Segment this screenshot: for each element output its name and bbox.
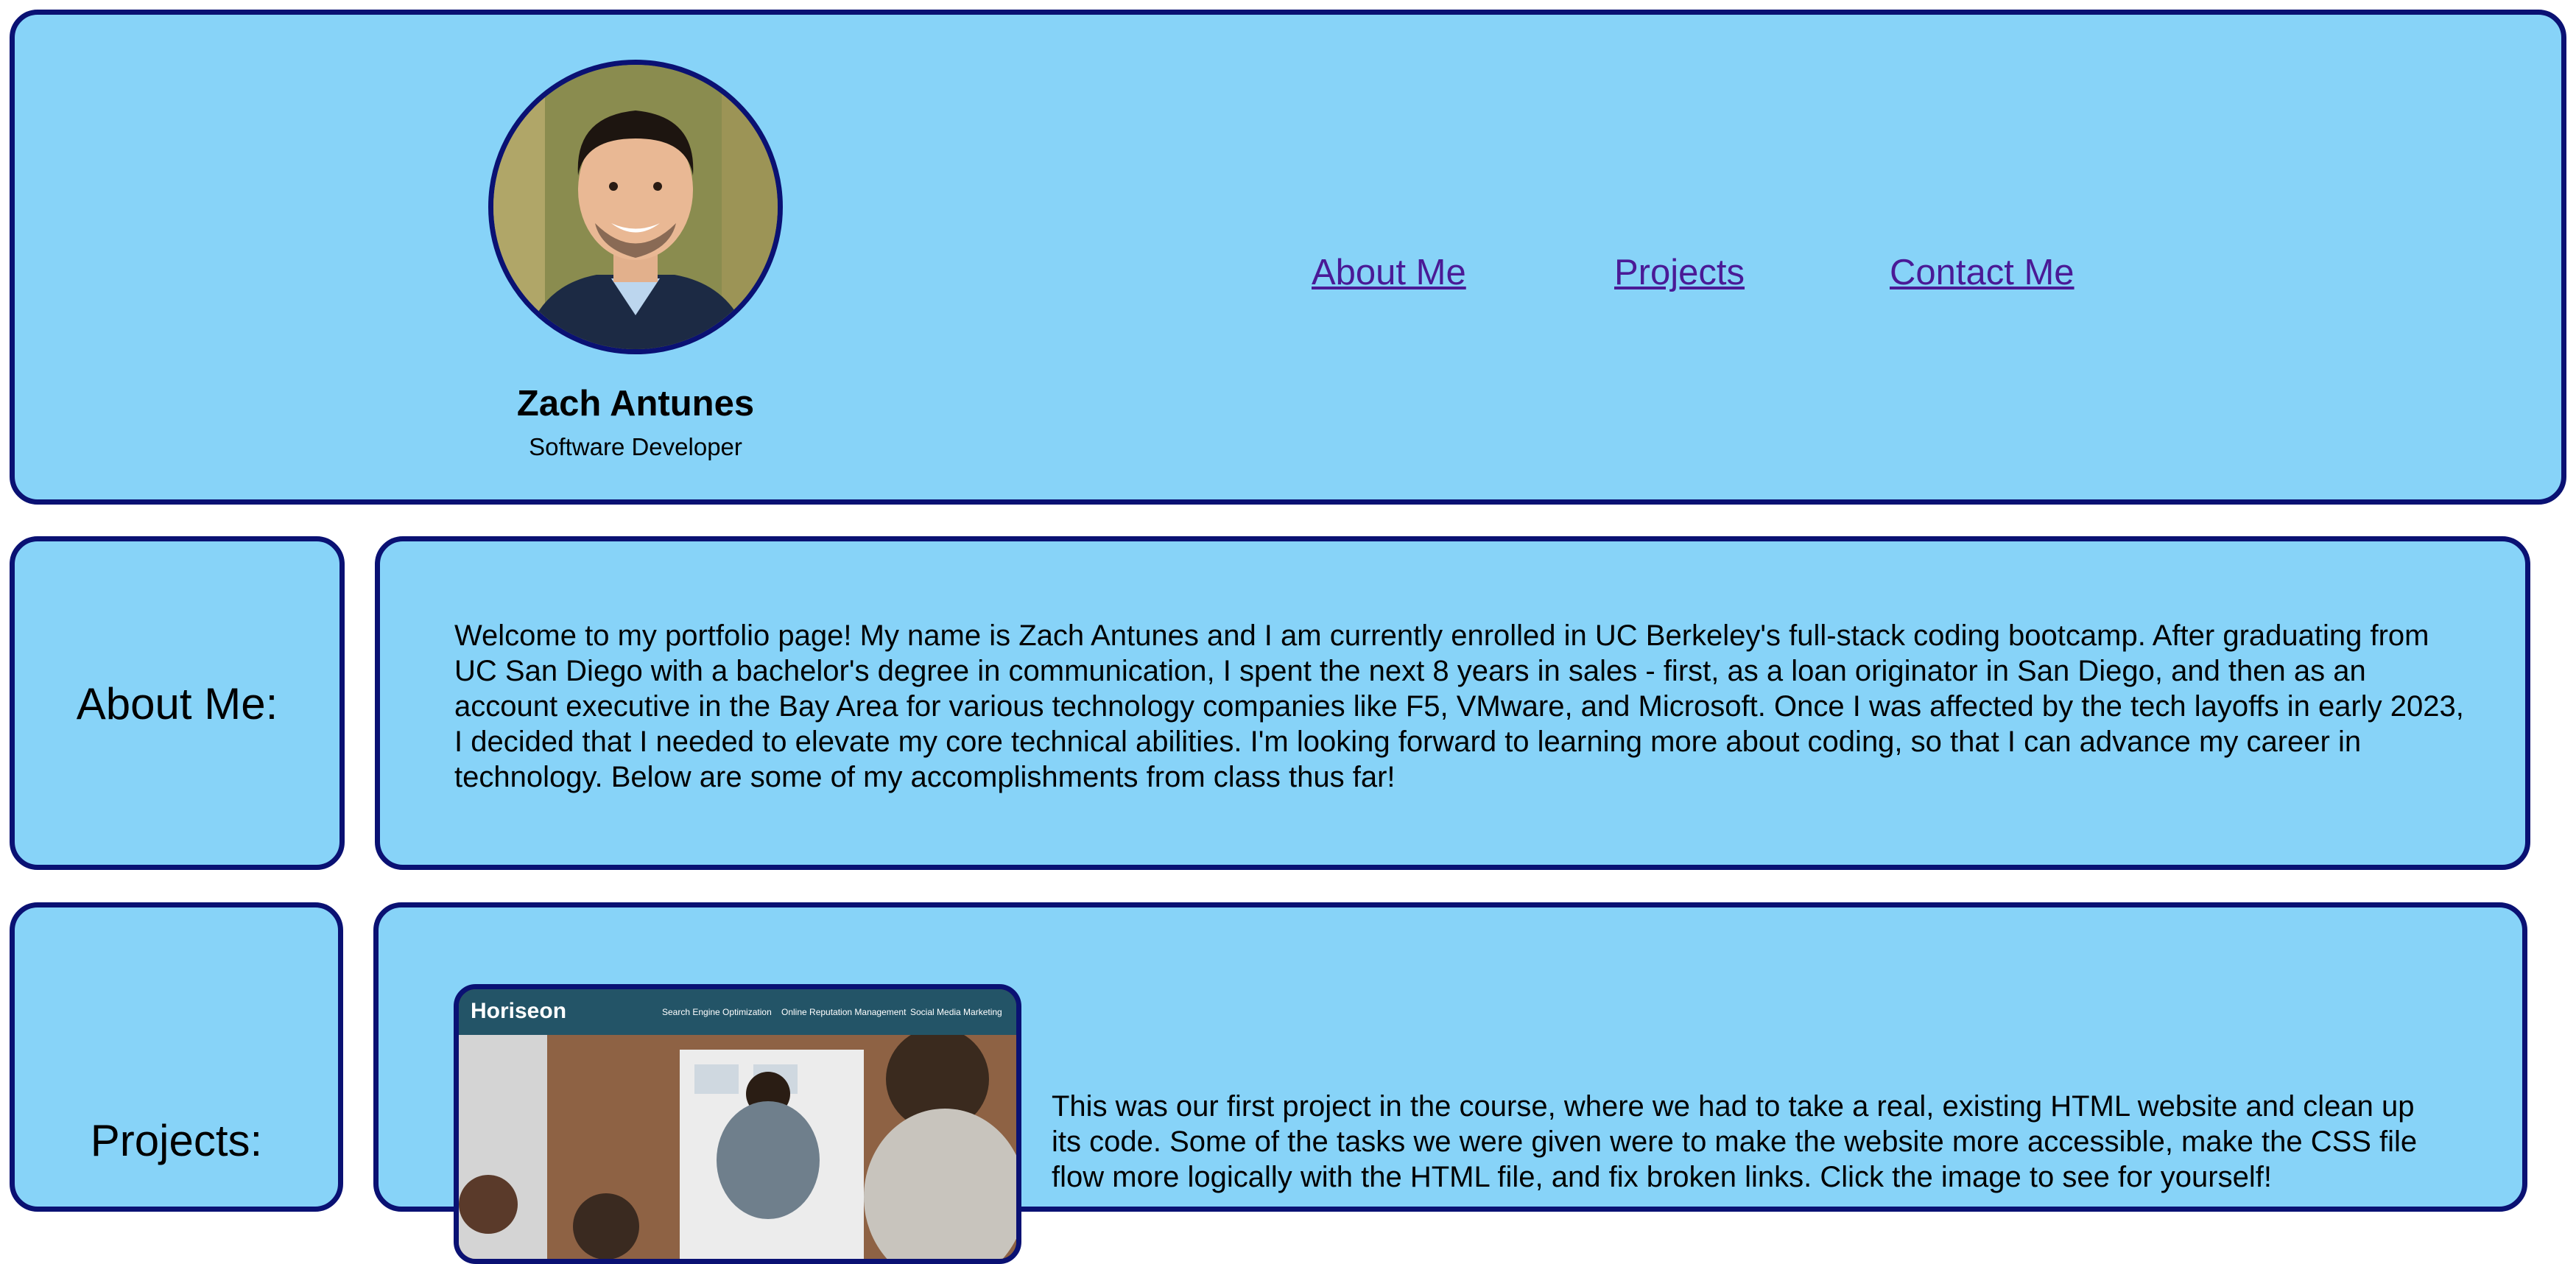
thumbnail-nav-item: Social Media Marketing [910, 1007, 1002, 1017]
about-heading: About Me: [76, 679, 278, 728]
thumbnail-photo [459, 1028, 1016, 1259]
about-body-card: Welcome to my portfolio page! My name is… [375, 536, 2530, 870]
profile-name: Zach Antunes [516, 384, 755, 424]
thumbnail-logo-text: Horiseon [471, 999, 567, 1023]
about-text: Welcome to my portfolio page! My name is… [454, 619, 2464, 793]
projects-label-card: Projects: [10, 902, 343, 1212]
projects-heading: Projects: [90, 1116, 263, 1165]
nav-link-contact[interactable]: Contact Me [1890, 252, 2074, 293]
profile-photo-image [493, 65, 778, 349]
thumbnail-nav-item: Search Engine Optimization [662, 1007, 772, 1017]
header: Zach Antunes Software Developer About Me… [10, 10, 2566, 505]
thumbnail-nav-item: Online Reputation Management [781, 1007, 907, 1017]
profile-role: Software Developer [529, 433, 742, 460]
about-label-card: About Me: [10, 536, 345, 870]
projects-body-card: Horiseon Search Engine Optimization Onli… [373, 902, 2527, 1264]
project-thumbnail-horiseon[interactable]: Horiseon Search Engine Optimization Onli… [454, 984, 1021, 1264]
thumbnail-header-bar: Horiseon Search Engine Optimization Onli… [459, 989, 1016, 1035]
thumbnail-photo-image [459, 1028, 1016, 1259]
project-description: This was our first project in the course… [1052, 1090, 2418, 1193]
profile-photo [488, 60, 783, 354]
nav-link-about[interactable]: About Me [1312, 252, 1466, 293]
nav-link-projects[interactable]: Projects [1614, 252, 1745, 293]
